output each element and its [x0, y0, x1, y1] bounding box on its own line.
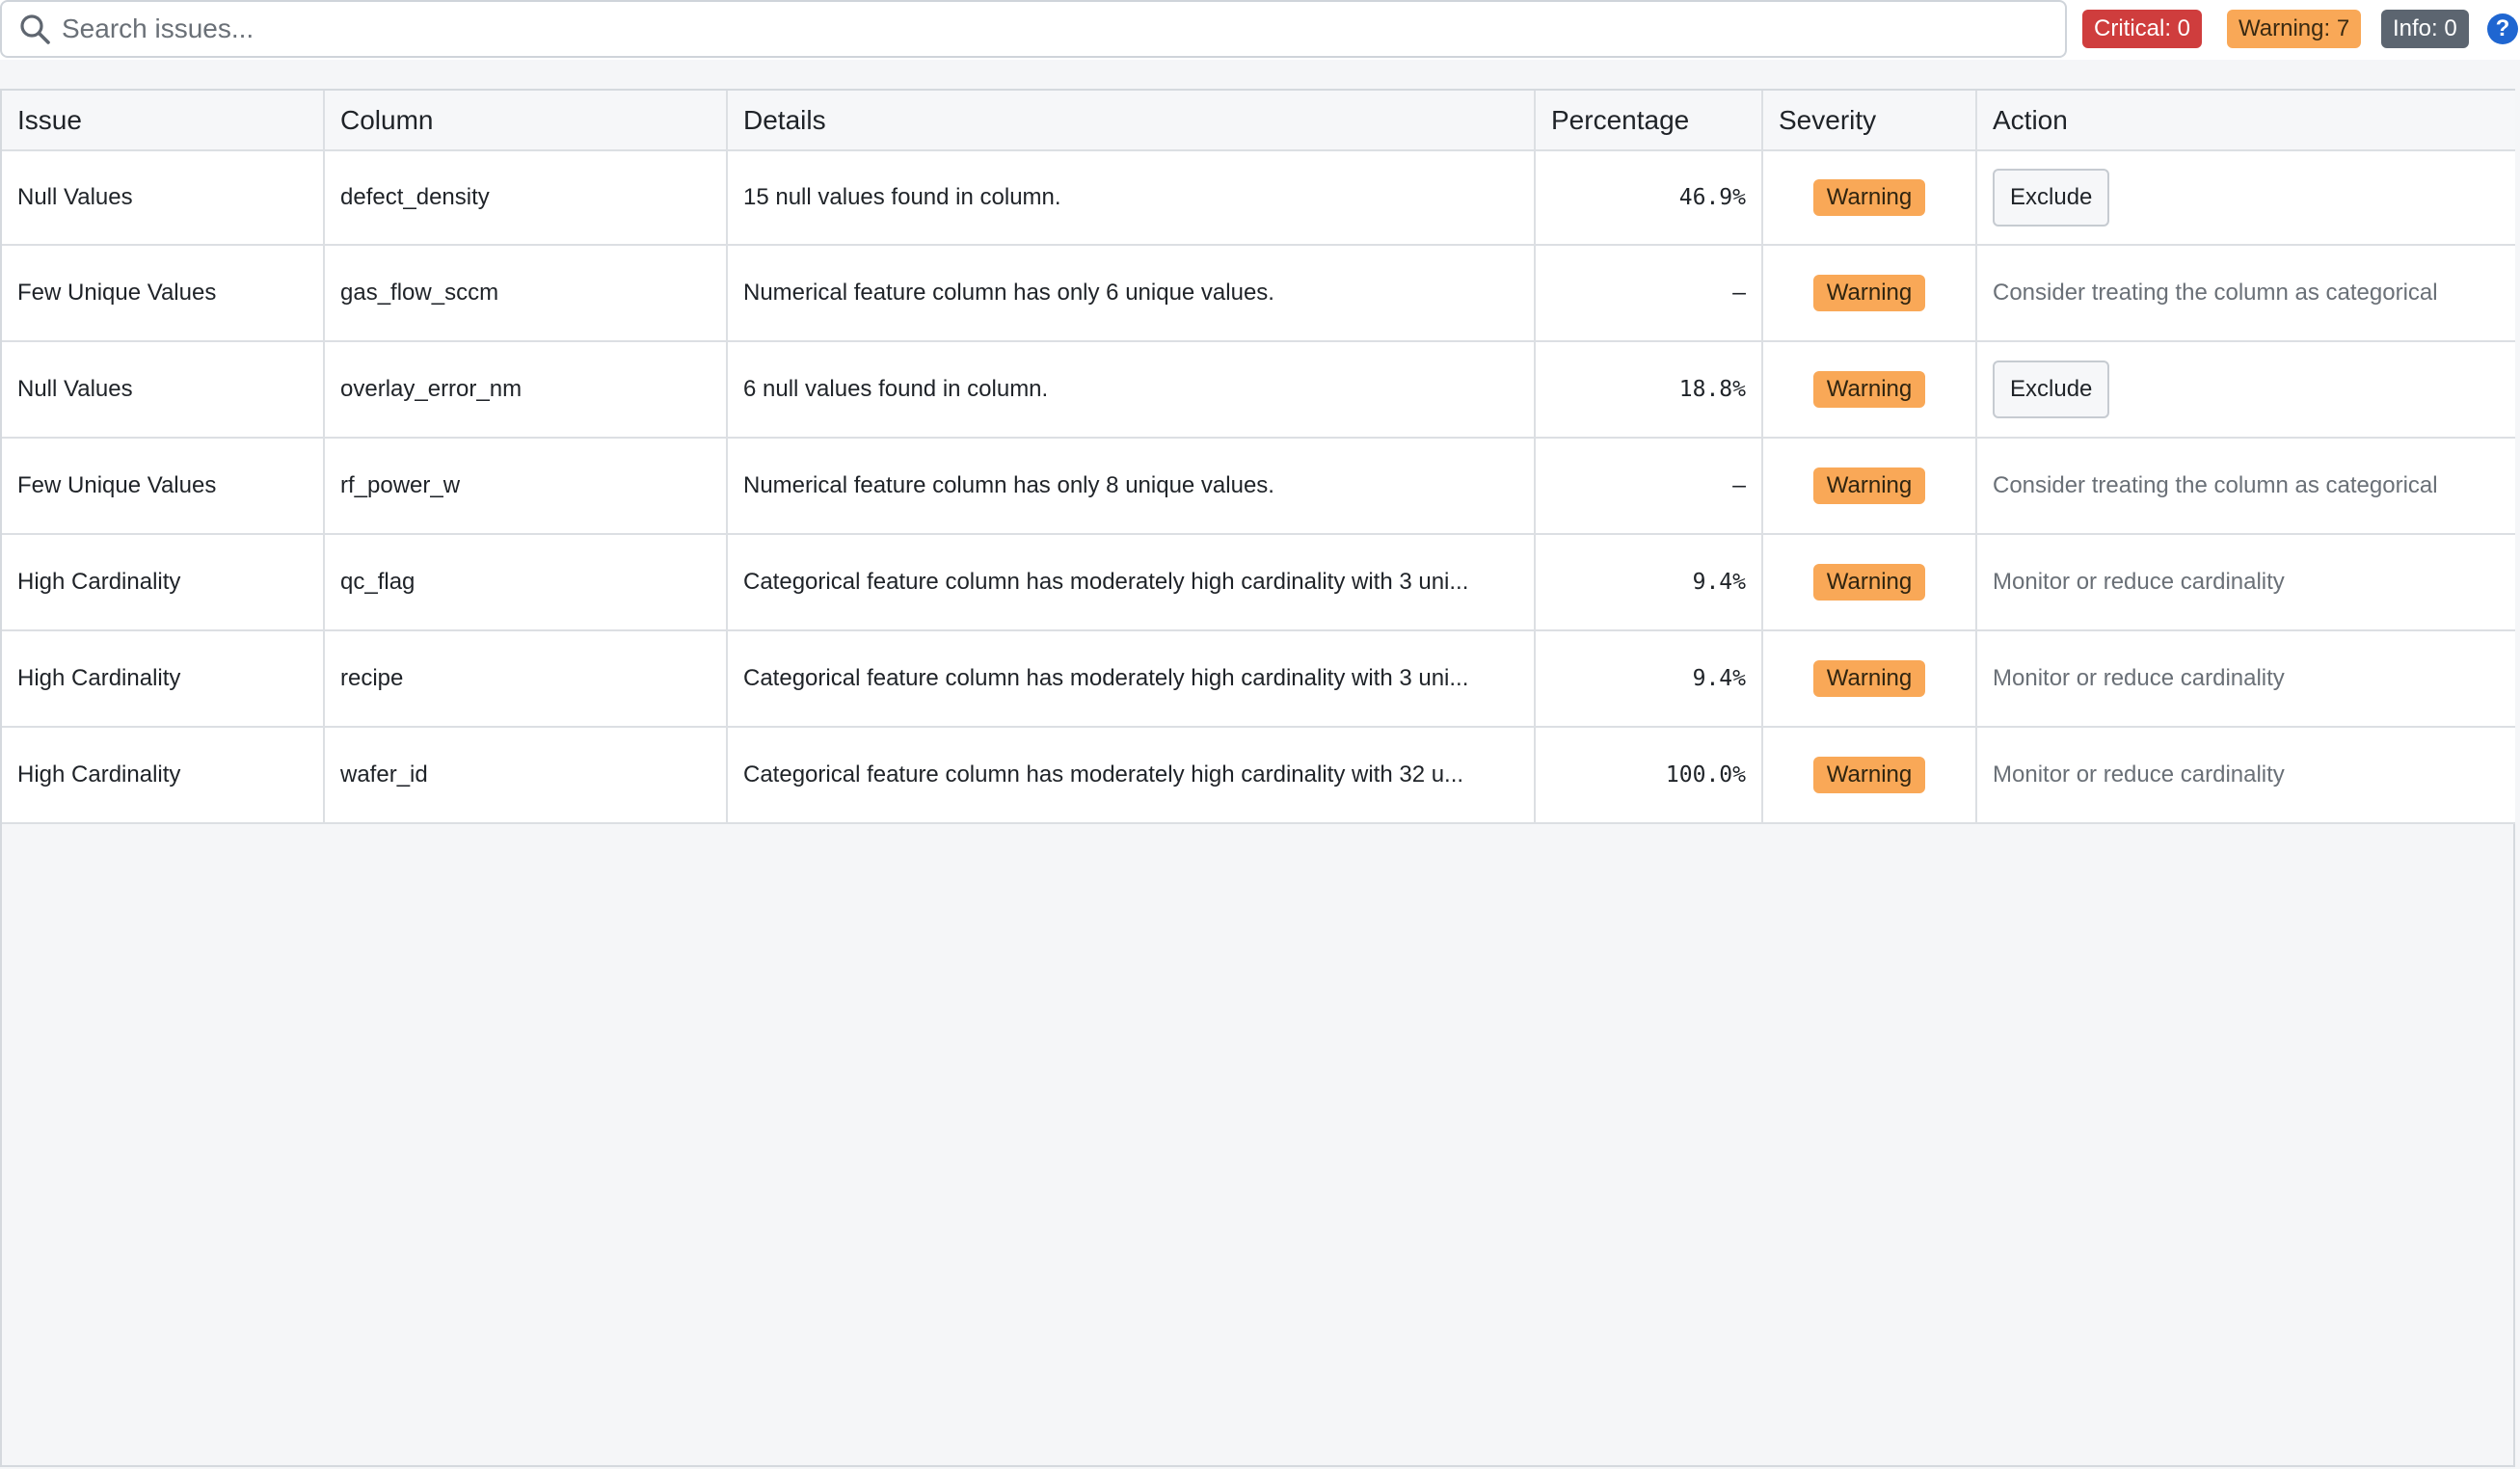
exclude-button[interactable]: Exclude: [1993, 361, 2110, 418]
cell-issue: Null Values: [2, 341, 325, 439]
severity-badge: Warning: [1812, 371, 1926, 408]
critical-count-badge: Critical: 0: [2082, 10, 2203, 48]
exclude-button[interactable]: Exclude: [1993, 169, 2110, 227]
header-column[interactable]: Column: [324, 91, 728, 151]
table-row: Null Values defect_density 15 null values …: [2, 150, 2515, 246]
header-issue[interactable]: Issue: [2, 91, 325, 151]
table-row: Few Unique Values rf_power_w Numerical fea…: [2, 438, 2515, 535]
action-suggestion: Monitor or reduce cardinality: [1993, 569, 2285, 595]
cell-issue: Few Unique Values: [2, 438, 325, 535]
cell-column: rf_power_w: [324, 438, 728, 535]
cell-column: wafer_id: [324, 727, 728, 824]
info-count-badge: Info: 0: [2381, 10, 2469, 48]
table-row: Few Unique Values gas_flow_sccm Numerical …: [2, 245, 2515, 342]
severity-badge: Warning: [1812, 757, 1926, 793]
action-suggestion: Monitor or reduce cardinality: [1993, 665, 2285, 691]
action-suggestion: Consider treating the column as categori…: [1993, 472, 2438, 498]
cell-severity: Warning: [1762, 534, 1977, 631]
cell-action: Monitor or reduce cardinality: [1976, 727, 2515, 824]
cell-details: 6 null values found in column.: [727, 341, 1536, 439]
severity-badge: Warning: [1812, 275, 1926, 311]
severity-badge: Warning: [1812, 660, 1926, 697]
cell-details: 15 null values found in column.: [727, 150, 1536, 246]
cell-issue: High Cardinality: [2, 534, 325, 631]
cell-column: qc_flag: [324, 534, 728, 631]
table-row: Null Values overlay_error_nm 6 null values…: [2, 341, 2515, 439]
cell-details: Categorical feature column has moderatel…: [727, 630, 1536, 728]
header-percentage[interactable]: Percentage: [1535, 91, 1763, 151]
help-icon[interactable]: ?: [2487, 13, 2518, 44]
cell-percentage: 9.4%: [1535, 534, 1763, 631]
cell-details: Categorical feature column has moderatel…: [727, 534, 1536, 631]
cell-column: overlay_error_nm: [324, 341, 728, 439]
cell-details: Numerical feature column has only 8 uniq…: [727, 438, 1536, 535]
cell-percentage: 9.4%: [1535, 630, 1763, 728]
cell-column: defect_density: [324, 150, 728, 246]
table-header-row: Issue Column Details Percentage Severity…: [2, 91, 2515, 151]
cell-action: Consider treating the column as categori…: [1976, 438, 2515, 535]
search-input[interactable]: [58, 5, 2034, 53]
cell-issue: Null Values: [2, 150, 325, 246]
cell-severity: Warning: [1762, 341, 1977, 439]
table-row: High Cardinality wafer_id Categorical feat…: [2, 727, 2515, 824]
cell-severity: Warning: [1762, 630, 1977, 728]
cell-severity: Warning: [1762, 727, 1977, 824]
cell-action: Exclude: [1976, 150, 2515, 246]
severity-badge: Warning: [1812, 467, 1926, 504]
cell-severity: Warning: [1762, 245, 1977, 342]
cell-action: Consider treating the column as categori…: [1976, 245, 2515, 342]
search-icon: [12, 6, 58, 52]
cell-percentage: 46.9%: [1535, 150, 1763, 246]
table-row: High Cardinality qc_flag Categorical featu…: [2, 534, 2515, 631]
cell-details: Categorical feature column has moderatel…: [727, 727, 1536, 824]
cell-column: recipe: [324, 630, 728, 728]
cell-action: Monitor or reduce cardinality: [1976, 630, 2515, 728]
warning-count-badge: Warning: 7: [2227, 10, 2362, 48]
search-box[interactable]: [0, 0, 2067, 58]
action-suggestion: Consider treating the column as categori…: [1993, 280, 2438, 306]
issues-table-container: Issue Column Details Percentage Severity…: [0, 89, 2515, 1467]
header-severity[interactable]: Severity: [1762, 91, 1977, 151]
cell-issue: Few Unique Values: [2, 245, 325, 342]
cell-severity: Warning: [1762, 438, 1977, 535]
cell-action: Exclude: [1976, 341, 2515, 439]
cell-column: gas_flow_sccm: [324, 245, 728, 342]
table-row: High Cardinality recipe Categorical featur…: [2, 630, 2515, 728]
top-bar: Critical: 0 Warning: 7 Info: 0 ?: [0, 0, 2520, 60]
issues-table: Issue Column Details Percentage Severity…: [2, 91, 2515, 824]
cell-severity: Warning: [1762, 150, 1977, 246]
cell-details: Numerical feature column has only 6 uniq…: [727, 245, 1536, 342]
cell-percentage: –: [1535, 245, 1763, 342]
cell-percentage: 18.8%: [1535, 341, 1763, 439]
severity-badge: Warning: [1812, 179, 1926, 216]
cell-percentage: 100.0%: [1535, 727, 1763, 824]
action-suggestion: Monitor or reduce cardinality: [1993, 761, 2285, 788]
cell-action: Monitor or reduce cardinality: [1976, 534, 2515, 631]
cell-issue: High Cardinality: [2, 727, 325, 824]
severity-badge: Warning: [1812, 564, 1926, 601]
cell-issue: High Cardinality: [2, 630, 325, 728]
header-details[interactable]: Details: [727, 91, 1536, 151]
cell-percentage: –: [1535, 438, 1763, 535]
header-action[interactable]: Action: [1976, 91, 2515, 151]
